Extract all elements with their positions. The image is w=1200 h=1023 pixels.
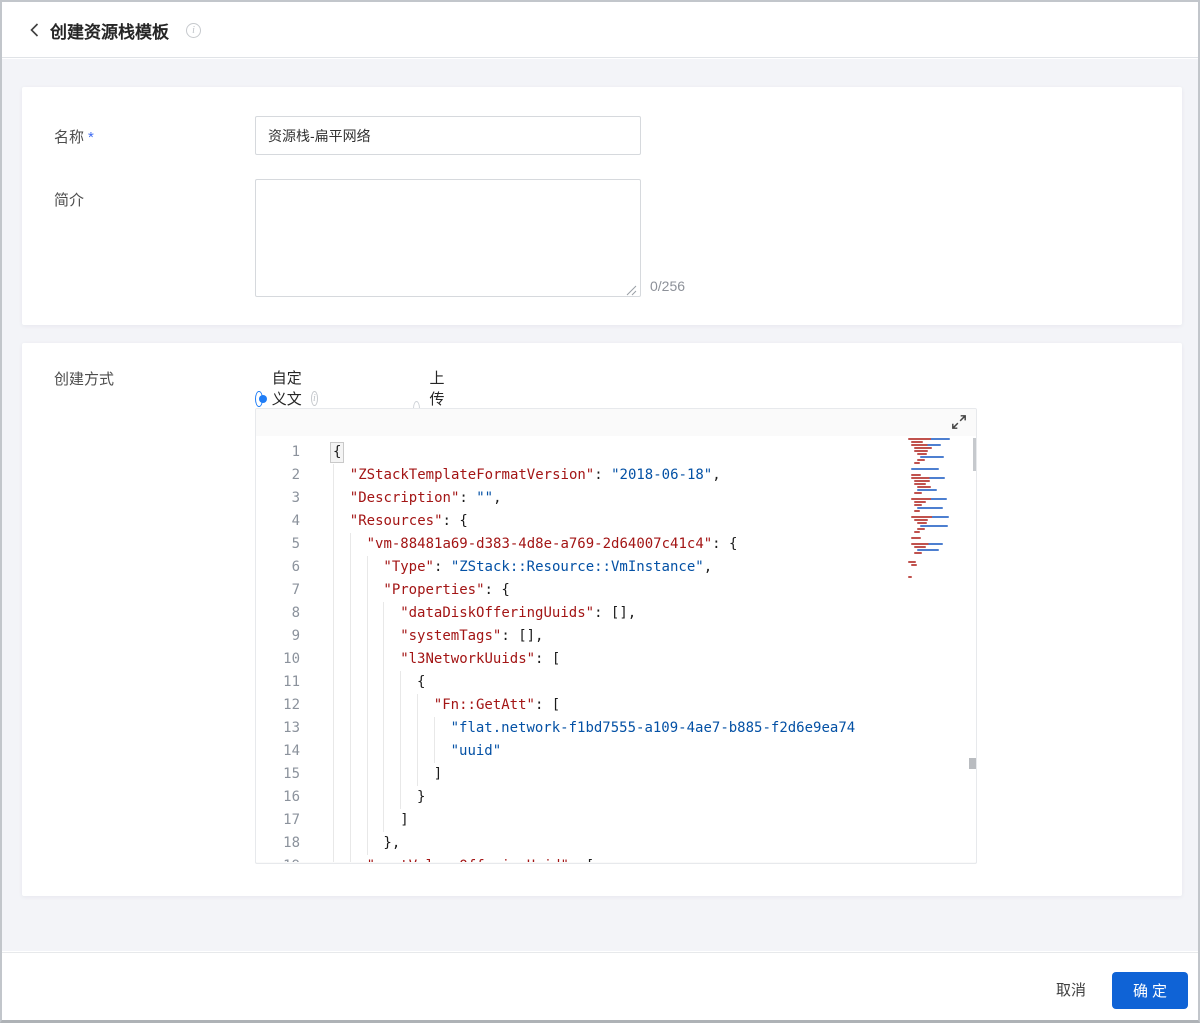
scrollbar-thumb[interactable]	[973, 438, 976, 471]
create-stack-template-window: 创建资源栈模板 i 名称* 简介 0/256 创建方式 自定义文本 i 上传文件	[0, 0, 1200, 1023]
page-header: 创建资源栈模板 i	[2, 2, 1198, 58]
code-viewport[interactable]: 12345678910111213141516171819 {"ZStackTe…	[256, 436, 976, 862]
radio-selected-icon	[255, 390, 267, 407]
cancel-button[interactable]: 取消	[1048, 976, 1094, 1006]
line-number: 6	[291, 559, 300, 575]
description-label: 简介	[54, 192, 85, 209]
footer-bar	[2, 952, 1198, 1020]
line-number: 17	[283, 812, 300, 828]
line-number: 1	[291, 444, 300, 460]
code-line: "Properties": {	[333, 579, 976, 602]
custom-text-info-icon[interactable]: i	[310, 391, 319, 406]
line-number: 16	[283, 789, 300, 805]
code-line: "rootVolumeOfferingUuid": [	[333, 855, 976, 862]
minimap[interactable]	[908, 438, 966, 579]
title-info-icon[interactable]: i	[186, 23, 201, 38]
code-line: "ZStackTemplateFormatVersion": "2018-06-…	[333, 464, 976, 487]
code-line: "systemTags": [],	[333, 625, 976, 648]
line-number: 11	[283, 674, 300, 690]
code-line: "dataDiskOfferingUuids": [],	[333, 602, 976, 625]
line-number: 15	[283, 766, 300, 782]
back-icon[interactable]	[26, 21, 44, 39]
code-line: "uuid"	[333, 740, 976, 763]
line-number: 14	[283, 743, 300, 759]
line-number: 7	[291, 582, 300, 598]
overview-ruler-marker	[969, 758, 976, 769]
code-line: }	[333, 786, 976, 809]
page-title: 创建资源栈模板	[50, 23, 169, 42]
line-number: 3	[291, 490, 300, 506]
template-code-editor[interactable]: 12345678910111213141516171819 {"ZStackTe…	[255, 408, 977, 864]
code-line: ]	[333, 809, 976, 832]
line-number: 2	[291, 467, 300, 483]
line-number: 9	[291, 628, 300, 644]
description-textarea[interactable]	[255, 179, 641, 297]
expand-icon[interactable]	[950, 413, 968, 431]
line-number: 13	[283, 720, 300, 736]
name-label: 名称 *	[54, 129, 94, 146]
code-line: {	[333, 671, 976, 694]
method-label: 创建方式	[54, 371, 115, 388]
editor-toolbar	[256, 409, 976, 436]
line-number: 18	[283, 835, 300, 851]
line-number: 19	[256, 855, 300, 862]
char-counter: 0/256	[650, 278, 686, 294]
code-line: "l3NetworkUuids": [	[333, 648, 976, 671]
code-line: "Description": "",	[333, 487, 976, 510]
line-number: 12	[283, 697, 300, 713]
vertical-scrollbar[interactable]	[972, 436, 976, 862]
required-mark: *	[88, 129, 94, 146]
code-line: "flat.network-f1bd7555-a109-4ae7-b885-f2…	[333, 717, 976, 740]
name-input[interactable]	[255, 116, 641, 155]
code-line: },	[333, 832, 976, 855]
confirm-button[interactable]: 确定	[1112, 972, 1188, 1009]
code-line: "Resources": {	[333, 510, 976, 533]
code-line: {	[330, 441, 976, 464]
line-number: 5	[291, 536, 300, 552]
code-line: "Type": "ZStack::Resource::VmInstance",	[333, 556, 976, 579]
line-number: 8	[291, 605, 300, 621]
line-number: 10	[283, 651, 300, 667]
code-line: "Fn::GetAtt": [	[333, 694, 976, 717]
code-line: "vm-88481a69-d383-4d8e-a769-2d64007c41c4…	[333, 533, 976, 556]
line-number: 4	[291, 513, 300, 529]
code-line: ]	[333, 763, 976, 786]
